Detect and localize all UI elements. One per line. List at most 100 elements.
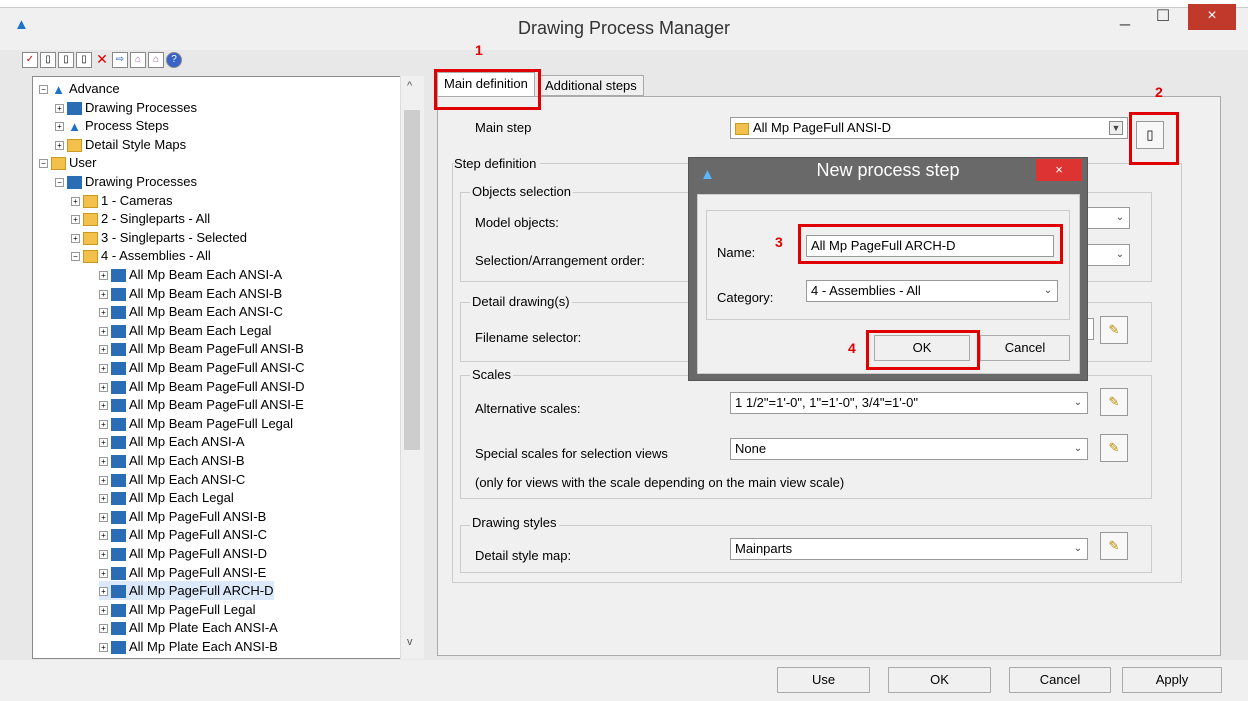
apply-button[interactable]: Apply [1122,667,1222,693]
expand-icon[interactable]: + [99,605,108,615]
scroll-down-icon[interactable]: v [407,636,413,648]
tree-item[interactable]: + All Mp Beam PageFull ANSI-C [99,358,305,377]
expand-icon[interactable]: + [55,140,64,150]
minimize-button[interactable]: _ [1110,6,1140,30]
expand-icon[interactable]: + [99,643,108,653]
expand-icon[interactable]: + [99,475,108,485]
expand-icon[interactable]: + [99,364,108,374]
tree-item[interactable]: − Drawing Processes [55,172,197,191]
close-button[interactable]: × [1188,4,1236,30]
tree-item[interactable]: +2 - Singleparts - All [71,209,210,228]
tree-item[interactable]: + All Mp Beam Each ANSI-B [99,284,282,303]
tree-item[interactable]: + All Mp Beam PageFull ANSI-D [99,377,305,396]
tree-item-label: All Mp Beam Each ANSI-A [129,267,283,282]
tree-item-label: All Mp Each ANSI-C [129,471,246,487]
delete-icon[interactable]: ✕ [94,52,110,68]
scroll-up-icon[interactable]: ^ [407,80,412,92]
ok-button[interactable]: OK [888,667,991,693]
detail-style-map-edit-button[interactable]: ✎ [1100,532,1128,560]
copy-icon[interactable]: ▯ [58,52,74,68]
tree-item[interactable]: + All Mp PageFull ANSI-E [99,563,266,582]
collapse-icon[interactable]: − [39,85,48,95]
tree-item[interactable]: − 4 - Assemblies - All [71,246,211,265]
tree-item[interactable]: + All Mp PageFull ANSI-C [99,525,267,544]
special-scales-edit-button[interactable]: ✎ [1100,434,1128,462]
tree-item[interactable]: +1 - Cameras [71,191,173,210]
tree-item[interactable]: + Drawing Processes [55,98,197,117]
tree-item[interactable]: + All Mp Beam Each ANSI-C [99,302,283,321]
expand-icon[interactable]: + [55,122,64,132]
collapse-icon[interactable]: − [39,159,48,169]
tree-item[interactable]: + All Mp Beam PageFull ANSI-E [99,395,304,414]
expand-icon[interactable]: + [99,512,108,522]
tree-item[interactable]: − ▲ Advance [39,79,120,98]
collapse-icon[interactable]: − [71,252,80,262]
tree-item[interactable]: + All Mp Each ANSI-C [99,470,245,489]
dialog-close-button[interactable]: × [1036,159,1082,181]
alternative-scales-edit-button[interactable]: ✎ [1100,388,1128,416]
tree-item[interactable]: + All Mp PageFull ARCH-D [99,581,274,601]
process-tree[interactable]: − ▲ Advance + Drawing Processes + ▲ Process Ste… [32,76,424,659]
expand-icon[interactable]: + [99,345,108,355]
cancel-button[interactable]: Cancel [1009,667,1111,693]
model-objects-combo[interactable]: ⌄ [1086,207,1130,229]
tree-item[interactable]: + ▲ Process Steps [55,116,169,135]
new-icon[interactable]: ✓ [22,52,38,68]
expand-icon[interactable]: + [99,308,108,318]
tree-item[interactable]: + All Mp PageFull ANSI-B [99,507,266,526]
selection-order-combo[interactable]: ⌄ [1086,244,1130,266]
alternative-scales-combo[interactable]: 1 1/2"=1'-0", 1"=1'-0", 3/4"=1'-0" ⌄ [730,392,1088,414]
tree-item[interactable]: + All Mp PageFull Legal [99,600,255,619]
help-icon[interactable]: ? [166,52,182,68]
expand-icon[interactable]: + [99,271,108,281]
expand-icon[interactable]: + [71,233,80,243]
tree-item[interactable]: + All Mp Beam PageFull ANSI-B [99,339,304,358]
expand-icon[interactable]: + [99,494,108,504]
expand-icon[interactable]: + [99,289,108,299]
special-scales-combo[interactable]: None ⌄ [730,438,1088,460]
expand-icon[interactable]: + [99,382,108,392]
annotation-box-2 [1129,112,1179,165]
tab-additional-steps[interactable]: Additional steps [538,75,644,96]
maximize-button[interactable]: ☐ [1148,6,1178,30]
expand-icon[interactable]: + [99,438,108,448]
tree-item[interactable]: + All Mp Beam PageFull Legal [99,414,293,433]
expand-icon[interactable]: + [99,587,108,597]
expand-icon[interactable]: + [71,196,80,206]
expand-icon[interactable]: + [99,550,108,560]
expand-icon[interactable]: + [99,531,108,541]
expand-icon[interactable]: + [71,215,80,225]
tree-item-label: 4 - Assemblies - All [101,248,211,264]
use-button[interactable]: Use [777,667,870,693]
expand-icon[interactable]: + [99,401,108,411]
collapse-icon[interactable]: − [55,178,64,188]
tree-item[interactable]: − User [39,153,96,172]
main-step-combo[interactable]: All Mp PageFull ANSI-D ▼ [730,117,1128,139]
tree-item[interactable]: + All Mp Beam Each ANSI-A [99,265,282,284]
tree-item[interactable]: + All Mp Each ANSI-A [99,432,245,451]
category-combo[interactable]: 4 - Assemblies - All ⌄ [806,280,1058,302]
tree-item[interactable]: + Detail Style Maps [55,135,186,154]
tree-item[interactable]: + All Mp Plate Each ANSI-A [99,618,278,637]
export-icon[interactable]: ⇨ [112,52,128,68]
tree-item[interactable]: +3 - Singleparts - Selected [71,228,247,247]
open-icon[interactable]: ▯ [40,52,56,68]
tree-item[interactable]: + All Mp Each Legal [99,488,234,507]
tree-item[interactable]: + All Mp PageFull ANSI-D [99,544,267,563]
expand-icon[interactable]: + [99,568,108,578]
scrollbar-thumb[interactable] [404,110,420,450]
dialog-cancel-button[interactable]: Cancel [980,335,1070,361]
tree-item[interactable]: + All Mp Each ANSI-B [99,451,245,470]
tree-item[interactable]: + All Mp Beam Each Legal [99,321,271,340]
expand-icon[interactable]: + [99,457,108,467]
detail-style-map-combo[interactable]: Mainparts ⌄ [730,538,1088,560]
import-icon[interactable]: ⌂ [130,52,146,68]
expand-icon[interactable]: + [99,419,108,429]
import2-icon[interactable]: ⌂ [148,52,164,68]
expand-icon[interactable]: + [55,103,64,113]
expand-icon[interactable]: + [99,624,108,634]
filename-edit-button[interactable]: ✎ [1100,316,1128,344]
expand-icon[interactable]: + [99,326,108,336]
tree-item[interactable]: + All Mp Plate Each ANSI-B [99,637,278,656]
paste-icon[interactable]: ▯ [76,52,92,68]
